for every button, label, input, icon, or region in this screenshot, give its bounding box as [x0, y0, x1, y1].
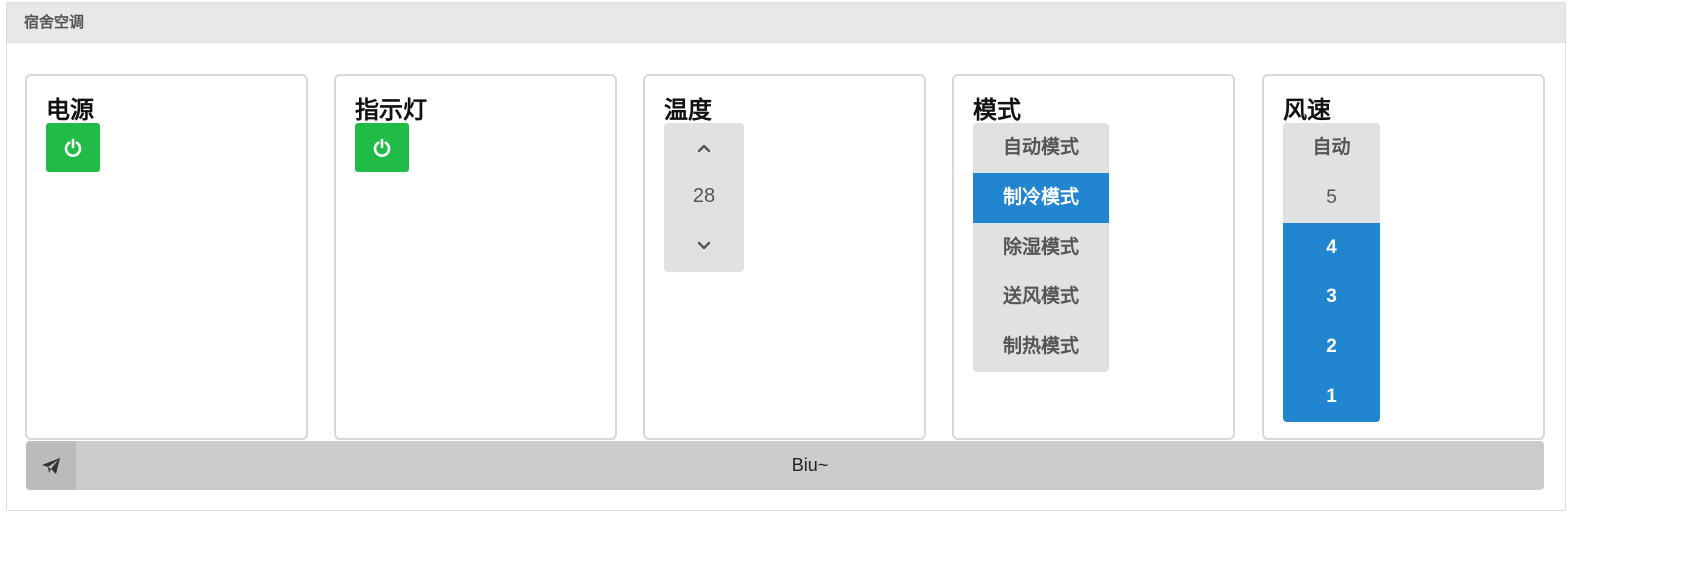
temperature-card: 温度 28	[643, 74, 926, 440]
fan-speed-option[interactable]: 自动	[1283, 123, 1380, 173]
temperature-title: 温度	[664, 96, 712, 124]
temperature-up-button[interactable]	[664, 123, 744, 172]
fan-speed-option[interactable]: 3	[1283, 272, 1380, 323]
mode-option[interactable]: 制热模式	[973, 322, 1109, 372]
power-icon	[373, 138, 391, 157]
power-card: 电源	[25, 74, 308, 440]
fan-speed-title: 风速	[1283, 96, 1331, 124]
mode-card: 模式 自动模式 制冷模式 除湿模式 送风模式 制热模式	[952, 74, 1235, 440]
temperature-value: 28	[692, 185, 716, 207]
fan-speed-option[interactable]: 5	[1283, 173, 1380, 223]
fan-speed-option[interactable]: 2	[1283, 322, 1380, 372]
paper-plane-icon	[26, 441, 76, 490]
panel-title: 宿舍空调	[7, 3, 1565, 43]
mode-menu: 自动模式 制冷模式 除湿模式 送风模式 制热模式	[973, 123, 1109, 372]
fan-speed-card: 风速 自动 5 4 3 2 1	[1262, 74, 1545, 440]
temperature-stepper: 28	[664, 123, 744, 272]
chevron-down-icon	[697, 241, 711, 249]
mode-option[interactable]: 除湿模式	[973, 223, 1109, 273]
indicator-button[interactable]	[355, 123, 409, 172]
mode-title: 模式	[973, 96, 1021, 124]
fan-speed-option[interactable]: 1	[1283, 371, 1380, 422]
chevron-up-icon	[697, 144, 711, 152]
submit-label: Biu~	[791, 455, 829, 475]
power-button[interactable]	[46, 123, 100, 172]
power-title: 电源	[46, 96, 94, 124]
submit-button[interactable]: Biu~	[26, 441, 1544, 490]
power-icon	[64, 138, 82, 157]
indicator-card: 指示灯	[334, 74, 617, 440]
indicator-title: 指示灯	[355, 96, 427, 124]
fan-speed-option[interactable]: 4	[1283, 222, 1380, 273]
mode-option[interactable]: 自动模式	[973, 123, 1109, 173]
temperature-down-button[interactable]	[664, 221, 744, 270]
fan-speed-menu: 自动 5 4 3 2 1	[1283, 123, 1380, 422]
mode-option[interactable]: 送风模式	[973, 272, 1109, 322]
mode-option[interactable]: 制冷模式	[973, 172, 1109, 223]
